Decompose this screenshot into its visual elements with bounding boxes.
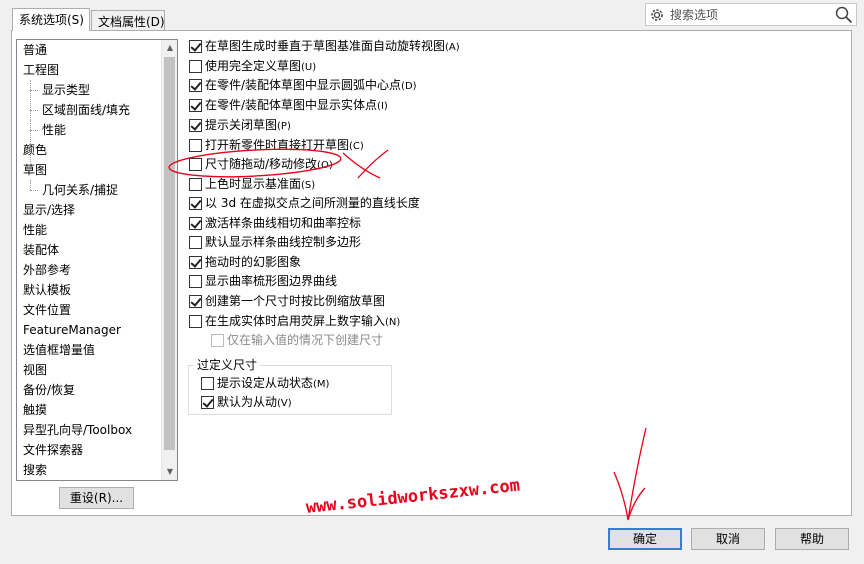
option-hotkey: (P)	[277, 121, 291, 132]
ok-button[interactable]: 确定	[608, 528, 682, 550]
option-hotkey: (M)	[313, 379, 330, 390]
option-label: 在零件/装配体草图中显示实体点	[205, 98, 378, 112]
checkbox[interactable]	[201, 377, 214, 390]
option-hotkey: (U)	[301, 62, 317, 73]
option-label: 在生成实体时启用荧屏上数字输入	[205, 314, 386, 328]
option-label: 尺寸随拖动/移动修改	[205, 157, 318, 171]
checkbox[interactable]	[189, 197, 202, 210]
tree-item-performance[interactable]: 性能	[23, 220, 47, 240]
tree-item-file-explorer[interactable]: 文件探索器	[23, 440, 83, 460]
tree-item-display-style[interactable]: 显示类型	[42, 80, 90, 100]
tab-system-options-label: 系统选项(S)	[19, 13, 84, 27]
option-label: 拖动时的幻影图象	[205, 255, 302, 269]
reset-button[interactable]: 重设(R)...	[59, 487, 134, 509]
option-label: 激活样条曲线相切和曲率控标	[205, 216, 362, 230]
option-label: 默认为从动	[217, 395, 278, 409]
checkbox[interactable]	[189, 139, 202, 152]
option-label: 显示曲率梳形图边界曲线	[205, 274, 338, 288]
help-button[interactable]: 帮助	[775, 528, 849, 550]
tab-system-options[interactable]: 系统选项(S)	[12, 8, 90, 31]
tree-item-external-references[interactable]: 外部参考	[23, 260, 71, 280]
search-box[interactable]	[645, 3, 857, 26]
option-hotkey: (S)	[301, 180, 316, 191]
tree-item-search[interactable]: 搜索	[23, 460, 47, 480]
tree-item-relations-snaps[interactable]: 几何关系/捕捉	[42, 180, 118, 200]
scroll-thumb[interactable]	[164, 57, 175, 450]
option-hotkey: (A)	[445, 42, 460, 53]
tree-scrollbar[interactable]: ▲ ▼	[161, 40, 177, 480]
tree-connector	[30, 110, 38, 111]
scroll-up-arrow-icon[interactable]: ▲	[162, 40, 177, 56]
option-label: 在草图生成时垂直于草图基准面自动旋转视图	[205, 39, 446, 53]
option-hotkey: (C)	[349, 141, 364, 152]
option-hotkey: (D)	[401, 81, 417, 92]
checkbox[interactable]	[201, 396, 214, 409]
option-label: 提示设定从动状态	[217, 376, 314, 390]
checkbox[interactable]	[189, 256, 202, 269]
cancel-button[interactable]: 取消	[691, 528, 765, 550]
checkbox[interactable]	[189, 99, 202, 112]
checkbox[interactable]	[189, 178, 202, 191]
tree-item-drawing-performance[interactable]: 性能	[42, 120, 66, 140]
option-label: 在零件/装配体草图中显示圆弧中心点	[205, 78, 402, 92]
option-label: 打开新零件时直接打开草图	[205, 138, 350, 152]
option-hotkey: (O)	[317, 160, 333, 171]
search-input[interactable]	[668, 6, 828, 23]
tree-item-sketch[interactable]: 草图	[23, 160, 47, 180]
scroll-down-arrow-icon[interactable]: ▼	[162, 464, 177, 480]
tree-connector	[30, 190, 38, 191]
option-hotkey: (I)	[377, 101, 388, 112]
option-label: 仅在输入值的情况下创建尺寸	[227, 333, 384, 347]
option-hotkey: (N)	[385, 317, 401, 328]
tree-item-touch[interactable]: 触摸	[23, 400, 47, 420]
checkbox[interactable]	[189, 236, 202, 249]
option-label: 以 3d 在虚拟交点之间所测量的直线长度	[205, 196, 420, 210]
tree-connector	[30, 90, 38, 91]
search-icon[interactable]	[835, 6, 853, 24]
checkbox[interactable]	[189, 275, 202, 288]
tree-item-drawings[interactable]: 工程图	[23, 60, 59, 80]
tree-connector	[30, 130, 38, 131]
tree-item-hole-wizard-toolbox[interactable]: 异型孔向导/Toolbox	[23, 420, 132, 440]
tree-item-featuremanager[interactable]: FeatureManager	[23, 320, 121, 340]
tree-item-view[interactable]: 视图	[23, 360, 47, 380]
checkbox[interactable]	[189, 60, 202, 73]
tree-connector	[30, 180, 31, 190]
checkbox[interactable]	[189, 295, 202, 308]
option-label: 创建第一个尺寸时按比例缩放草图	[205, 294, 386, 308]
tree-item-assemblies[interactable]: 装配体	[23, 240, 59, 260]
option-label: 提示关闭草图	[205, 118, 278, 132]
tree-item-spin-box-increments[interactable]: 选值框增量值	[23, 340, 95, 360]
tab-document-properties[interactable]: 文档属性(D)	[91, 10, 165, 30]
checkbox[interactable]	[189, 158, 202, 171]
checkbox[interactable]	[189, 217, 202, 230]
tree-item-colors[interactable]: 颜色	[23, 140, 47, 160]
overdefine-group-title: 过定义尺寸	[194, 357, 261, 373]
tree-item-default-templates[interactable]: 默认模板	[23, 280, 71, 300]
category-tree[interactable]: 普通 工程图 显示类型 区域剖面线/填充 性能 颜色 草图 几何关系/捕捉 显示…	[16, 39, 178, 481]
checkbox[interactable]	[189, 315, 202, 328]
option-label: 默认显示样条曲线控制多边形	[205, 235, 362, 249]
checkbox[interactable]	[189, 119, 202, 132]
checkbox[interactable]	[189, 40, 202, 53]
tree-item-display-selection[interactable]: 显示/选择	[23, 200, 75, 220]
option-label: 上色时显示基准面	[205, 177, 302, 191]
checkbox	[211, 334, 224, 347]
tree-item-file-locations[interactable]: 文件位置	[23, 300, 71, 320]
tree-item-area-hatch[interactable]: 区域剖面线/填充	[42, 100, 130, 120]
tree-item-general[interactable]: 普通	[23, 40, 47, 60]
option-label: 使用完全定义草图	[205, 59, 302, 73]
option-hotkey: (V)	[277, 398, 292, 409]
tree-connector	[30, 80, 31, 130]
tab-document-properties-label: 文档属性(D)	[98, 15, 165, 29]
tree-item-backup-recover[interactable]: 备份/恢复	[23, 380, 75, 400]
checkbox[interactable]	[189, 79, 202, 92]
gear-icon[interactable]	[649, 7, 665, 23]
